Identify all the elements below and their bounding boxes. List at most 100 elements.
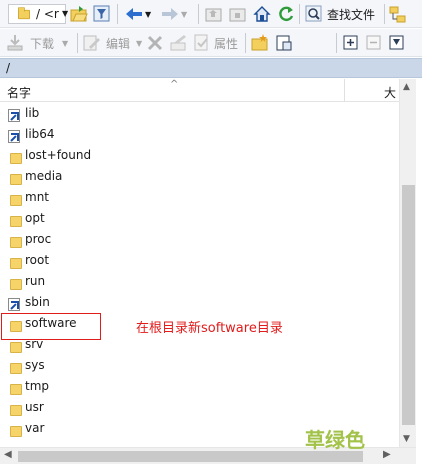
root-folder-button[interactable] (229, 3, 247, 25)
list-item[interactable]: usr (0, 397, 398, 418)
column-divider[interactable] (344, 79, 345, 102)
vertical-scrollbar[interactable]: ▲ ▼ (399, 79, 416, 447)
folder-icon (10, 216, 22, 227)
toolbar-secondary: 下载 ▼ 编辑 ▼ 属性 (0, 29, 422, 57)
path-dropdown[interactable]: / <r ▼ (8, 4, 69, 24)
list-item-name: run (25, 274, 46, 288)
symlink-icon (8, 130, 20, 143)
rename-button[interactable] (169, 32, 189, 54)
sort-asc-icon: ^ (170, 79, 179, 90)
download-button[interactable]: 下载 ▼ (6, 32, 68, 54)
list-item[interactable]: lost+found (0, 145, 398, 166)
rename-icon (170, 35, 186, 51)
delete-button[interactable] (146, 32, 164, 54)
scroll-right-icon[interactable]: ▶ (383, 449, 391, 460)
chevron-down-icon: ▼ (136, 38, 143, 48)
column-size-header[interactable]: 大 (384, 84, 396, 101)
properties-icon (194, 34, 208, 51)
list-item-name: media (25, 169, 63, 183)
list-item[interactable]: lib64 (0, 124, 398, 145)
list-item-name: proc (25, 232, 52, 246)
arrow-right-icon (162, 8, 178, 20)
folder-icon (10, 405, 22, 416)
list-item-name: lib64 (25, 127, 55, 141)
list-item[interactable]: root (0, 250, 398, 271)
minus-box-icon (366, 35, 381, 50)
watermark-text: 草绿色 (305, 428, 365, 452)
open-folder-icon (70, 6, 88, 22)
find-files-button[interactable]: 查找文件 (305, 3, 375, 25)
refresh-button[interactable] (277, 3, 295, 25)
tree-view-icon (389, 6, 406, 23)
annotation-text: 在根目录新software目录 (136, 321, 283, 336)
list-item[interactable]: mnt (0, 187, 398, 208)
list-item[interactable]: tmp (0, 376, 398, 397)
scroll-left-icon[interactable]: ◀ (4, 449, 12, 460)
refresh-icon (279, 6, 294, 22)
folder-icon (10, 258, 22, 269)
unselect-button[interactable] (365, 32, 383, 54)
edit-label: 编辑 (106, 36, 131, 51)
scroll-down-icon[interactable]: ▼ (403, 434, 410, 444)
back-button[interactable]: ▼ (124, 3, 151, 25)
vertical-scroll-thumb[interactable] (402, 185, 415, 425)
list-item[interactable]: sys (0, 355, 398, 376)
properties-button[interactable]: 属性 (193, 32, 238, 54)
list-item[interactable]: sbin (0, 292, 398, 313)
folder-icon (10, 426, 22, 437)
folder-icon (10, 363, 22, 374)
forward-button[interactable]: ▼ (160, 3, 187, 25)
parent-folder-button[interactable] (205, 3, 223, 25)
list-item-name: mnt (25, 190, 49, 204)
list-item-name: lost+found (25, 148, 92, 162)
list-item[interactable]: media (0, 166, 398, 187)
scroll-up-icon[interactable]: ▲ (403, 82, 410, 92)
list-item-name: var (25, 421, 45, 435)
edit-button[interactable]: 编辑 ▼ (82, 32, 142, 54)
list-item-name: tmp (25, 379, 50, 393)
new-file-button[interactable] (275, 32, 293, 54)
folder-icon (10, 174, 22, 185)
toolbar-primary: / <r ▼ ▼ ▼ 查找文件 (0, 0, 422, 28)
column-header: 名字 ^ 大 (0, 79, 400, 102)
folder-icon (10, 279, 22, 290)
symlink-icon (8, 109, 20, 122)
new-file-icon (276, 35, 292, 51)
chevron-down-icon: ▼ (62, 38, 69, 48)
filter-icon (93, 5, 110, 22)
parent-folder-icon (205, 8, 222, 22)
home-icon (253, 6, 271, 22)
root-folder-icon (229, 8, 246, 22)
folder-icon (10, 342, 22, 353)
download-label: 下载 (30, 36, 55, 51)
download-icon (7, 35, 23, 51)
list-item-name: root (25, 253, 50, 267)
list-item-name: lib (25, 106, 40, 120)
filter-button[interactable] (93, 3, 111, 25)
symlink-icon (8, 298, 20, 311)
list-item-name: opt (25, 211, 45, 225)
new-folder-button[interactable] (251, 32, 269, 54)
column-name-header[interactable]: 名字 (7, 84, 31, 101)
open-folder-button[interactable] (70, 3, 88, 25)
home-button[interactable] (253, 3, 271, 25)
chevron-down-icon: ▼ (181, 9, 188, 19)
select-button[interactable] (342, 32, 360, 54)
list-item[interactable]: proc (0, 229, 398, 250)
location-bar[interactable]: / (0, 58, 422, 78)
folder-icon (10, 237, 22, 248)
location-path: / (6, 61, 11, 75)
path-dropdown-label: / <r (36, 7, 59, 21)
list-item-name: usr (25, 400, 44, 414)
chevron-down-icon: ▼ (62, 9, 69, 18)
filter-box-icon (389, 35, 404, 50)
list-item-name: sys (25, 358, 45, 372)
delete-icon (147, 35, 163, 51)
list-item[interactable]: opt (0, 208, 398, 229)
edit-icon (83, 35, 100, 51)
list-item[interactable]: lib (0, 103, 398, 124)
list-item[interactable]: run (0, 271, 398, 292)
filter-select-button[interactable] (388, 32, 406, 54)
tree-view-button[interactable] (389, 3, 409, 25)
properties-label: 属性 (214, 36, 239, 51)
